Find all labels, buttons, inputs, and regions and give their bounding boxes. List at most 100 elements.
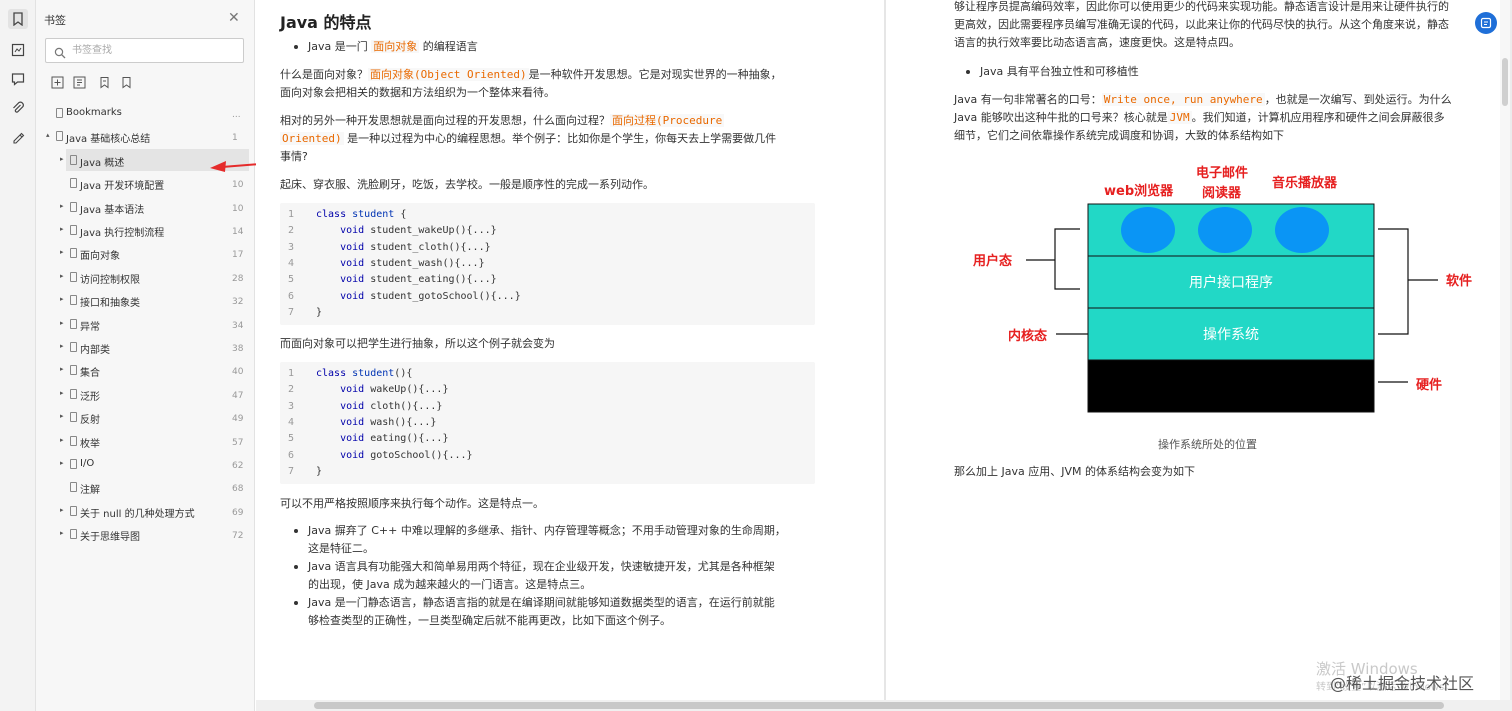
expand-arrow-icon[interactable]: ▸ xyxy=(60,202,64,210)
vertical-scrollbar[interactable] xyxy=(1500,0,1510,700)
delete-bookmark-icon[interactable] xyxy=(120,74,133,89)
bookmark-page-number: 69 xyxy=(232,507,244,518)
bullet-platform-independent: Java 具有平台独立性和可移植性 xyxy=(966,63,1139,81)
bookmark-item[interactable]: ▸ 关于思维导图 72 xyxy=(36,523,254,545)
expand-arrow-icon[interactable]: ▸ xyxy=(60,295,64,303)
sidebar-title: 书签 xyxy=(44,14,66,27)
bullet-feature-four: Java 是一门静态语言，静态语言指的就是在编译期间就能够知道数据类型的语言，在… xyxy=(294,594,848,630)
code-line: class student(){ xyxy=(316,368,413,379)
bookmark-item[interactable]: ▸ 反射 49 xyxy=(36,406,254,428)
bookmark-label: Java 执行控制流程 xyxy=(80,228,165,239)
bookmark-label: 反射 xyxy=(80,415,100,427)
expand-arrow-icon[interactable]: ▸ xyxy=(60,412,64,420)
translate-float-button[interactable] xyxy=(1475,12,1497,34)
add-child-bookmark-icon[interactable] xyxy=(73,74,86,89)
bookmark-panel-icon[interactable] xyxy=(8,9,28,29)
add-bookmark-icon[interactable] xyxy=(51,74,64,89)
bookmark-icon xyxy=(56,131,63,142)
comment-icon[interactable] xyxy=(8,69,28,89)
bookmark-item[interactable]: ▸ 异常 34 xyxy=(36,313,254,335)
expand-arrow-icon[interactable]: ▸ xyxy=(60,365,64,373)
user-mode-bracket xyxy=(1054,228,1080,290)
bookmark-label: Java 基本语法 xyxy=(80,204,145,216)
expand-arrow-icon[interactable]: ▸ xyxy=(60,389,64,397)
bookmark-page-number: 28 xyxy=(232,273,244,284)
bookmark-page-number: 14 xyxy=(232,227,244,237)
code-line: class student { xyxy=(316,209,407,220)
horizontal-scroll-thumb[interactable] xyxy=(314,702,1444,709)
diagram-caption: 操作系统所处的位置 xyxy=(1158,438,1257,451)
section-heading: Java 的特点 xyxy=(280,13,372,32)
bookmark-icon xyxy=(70,388,77,399)
bookmark-page-number: 68 xyxy=(232,484,244,495)
expand-arrow-icon[interactable]: ▸ xyxy=(60,459,64,467)
bookmark-item[interactable]: ▸ Java 基本语法 10 xyxy=(36,196,254,218)
bookmark-icon xyxy=(70,178,77,189)
bookmark-search-box[interactable] xyxy=(45,38,244,63)
bookmark-sidebar: 书签 ✕ Bookmarks... ▴ Java 基础核心总结 1 ▸ Java 概述 Ja… xyxy=(36,0,255,711)
bookmark-item[interactable]: ▸ 内部类 38 xyxy=(36,336,254,358)
bookmark-label: 集合 xyxy=(80,368,100,380)
expand-arrow-icon[interactable]: ▸ xyxy=(60,436,64,444)
bookmark-item[interactable]: ▸ 集合 40 xyxy=(36,359,254,381)
expand-arrow-icon[interactable]: ▸ xyxy=(60,529,64,537)
bookmark-label: Java 概述 xyxy=(80,157,125,169)
paragraph-java-jvm: 那么加上 Java 应用、JVM 的体系结构会变为如下 xyxy=(954,465,1195,478)
code-block-object-oriented: 1 class student(){2 void wakeUp(){...} 3 v… xyxy=(280,362,815,484)
bookmark-item[interactable]: ▸ 接口和抽象类 32 xyxy=(36,289,254,311)
bookmark-item[interactable]: ▸ 访问控制权限 28 xyxy=(36,266,254,288)
page-right: 够让程序员提高编码效率，因此你可以使用更少的代码来实现功能。静态语言设计是用来让… xyxy=(886,0,1508,700)
expand-arrow-icon[interactable]: ▸ xyxy=(60,506,64,514)
vertical-scroll-thumb[interactable] xyxy=(1502,58,1508,106)
bookmark-item[interactable]: Bookmarks... xyxy=(36,102,254,124)
label-ui-program: 用户接口程序 xyxy=(1189,275,1273,291)
bookmark-page-number: ... xyxy=(232,110,241,120)
code-line-number: 3 xyxy=(288,241,295,253)
expand-arrow-icon[interactable]: ▴ xyxy=(46,131,50,139)
bookmark-item[interactable]: ▸ 泛形 47 xyxy=(36,383,254,405)
code-line-number: 5 xyxy=(288,274,295,286)
bookmark-item[interactable]: ▸ 面向对象 17 xyxy=(36,242,254,264)
hardware-layer xyxy=(1087,359,1375,413)
expand-arrow-icon[interactable]: ▸ xyxy=(60,319,64,327)
bookmark-icon xyxy=(70,435,77,446)
horizontal-scrollbar[interactable] xyxy=(256,700,1512,711)
bookmark-item[interactable]: ▸ 枚举 57 xyxy=(36,430,254,452)
bookmark-item[interactable]: ▸ Java 执行控制流程 14 xyxy=(36,219,254,241)
attachment-icon[interactable] xyxy=(8,98,28,118)
bookmark-icon xyxy=(70,365,77,376)
expand-arrow-icon[interactable]: ▸ xyxy=(60,272,64,280)
bookmark-label: 关于 null 的几种处理方式 xyxy=(80,508,195,520)
code-line: void gotoSchool(){...} xyxy=(340,449,473,461)
bookmark-item[interactable]: ▸ 关于 null 的几种处理方式 69 xyxy=(36,500,254,522)
bookmark-page-number: 62 xyxy=(232,461,244,471)
bookmark-icon xyxy=(70,482,77,493)
thumbnail-icon[interactable] xyxy=(8,40,28,60)
bookmark-label: Java 开发环境配置 xyxy=(80,181,165,193)
expand-arrow-icon[interactable]: ▸ xyxy=(60,248,64,256)
bookmark-item[interactable]: ▴ Java 基础核心总结 1 xyxy=(36,125,254,147)
os-architecture-diagram: web浏览器 电子邮件 阅读器 音乐播放器 用户接口程序 操作系统 用户态 内核… xyxy=(958,160,1478,430)
bookmark-icon[interactable] xyxy=(98,74,111,89)
bullet-feature-two: Java 摒弃了 C++ 中难以理解的多继承、指针、内存管理等概念；不用手动管理… xyxy=(294,522,848,558)
bookmark-search-input[interactable] xyxy=(72,42,232,59)
bookmark-icon xyxy=(56,108,63,118)
bookmark-label: 访问控制权限 xyxy=(80,274,140,286)
code-line-number: 7 xyxy=(288,306,295,318)
code-line: void student_cloth(){...} xyxy=(340,241,491,253)
bookmark-label: 枚举 xyxy=(80,438,100,450)
bookmark-item[interactable]: ▸ I/O 62 xyxy=(36,453,254,475)
label-hardware: 硬件 xyxy=(1416,378,1443,393)
bookmark-item[interactable]: 注解 68 xyxy=(36,476,254,498)
code-line: } xyxy=(316,306,323,318)
bookmark-icon xyxy=(70,248,77,259)
signature-icon[interactable] xyxy=(8,127,28,147)
expand-arrow-icon[interactable]: ▸ xyxy=(60,155,64,163)
expand-arrow-icon[interactable]: ▸ xyxy=(60,342,64,350)
close-icon[interactable]: ✕ xyxy=(228,10,240,26)
label-kernel-mode: 内核态 xyxy=(1008,329,1048,344)
bookmark-label: Bookmarks xyxy=(66,107,122,118)
expand-arrow-icon[interactable]: ▸ xyxy=(60,225,64,233)
code-line: void student_eating(){...} xyxy=(340,274,497,286)
bookmark-label: 内部类 xyxy=(80,345,110,356)
